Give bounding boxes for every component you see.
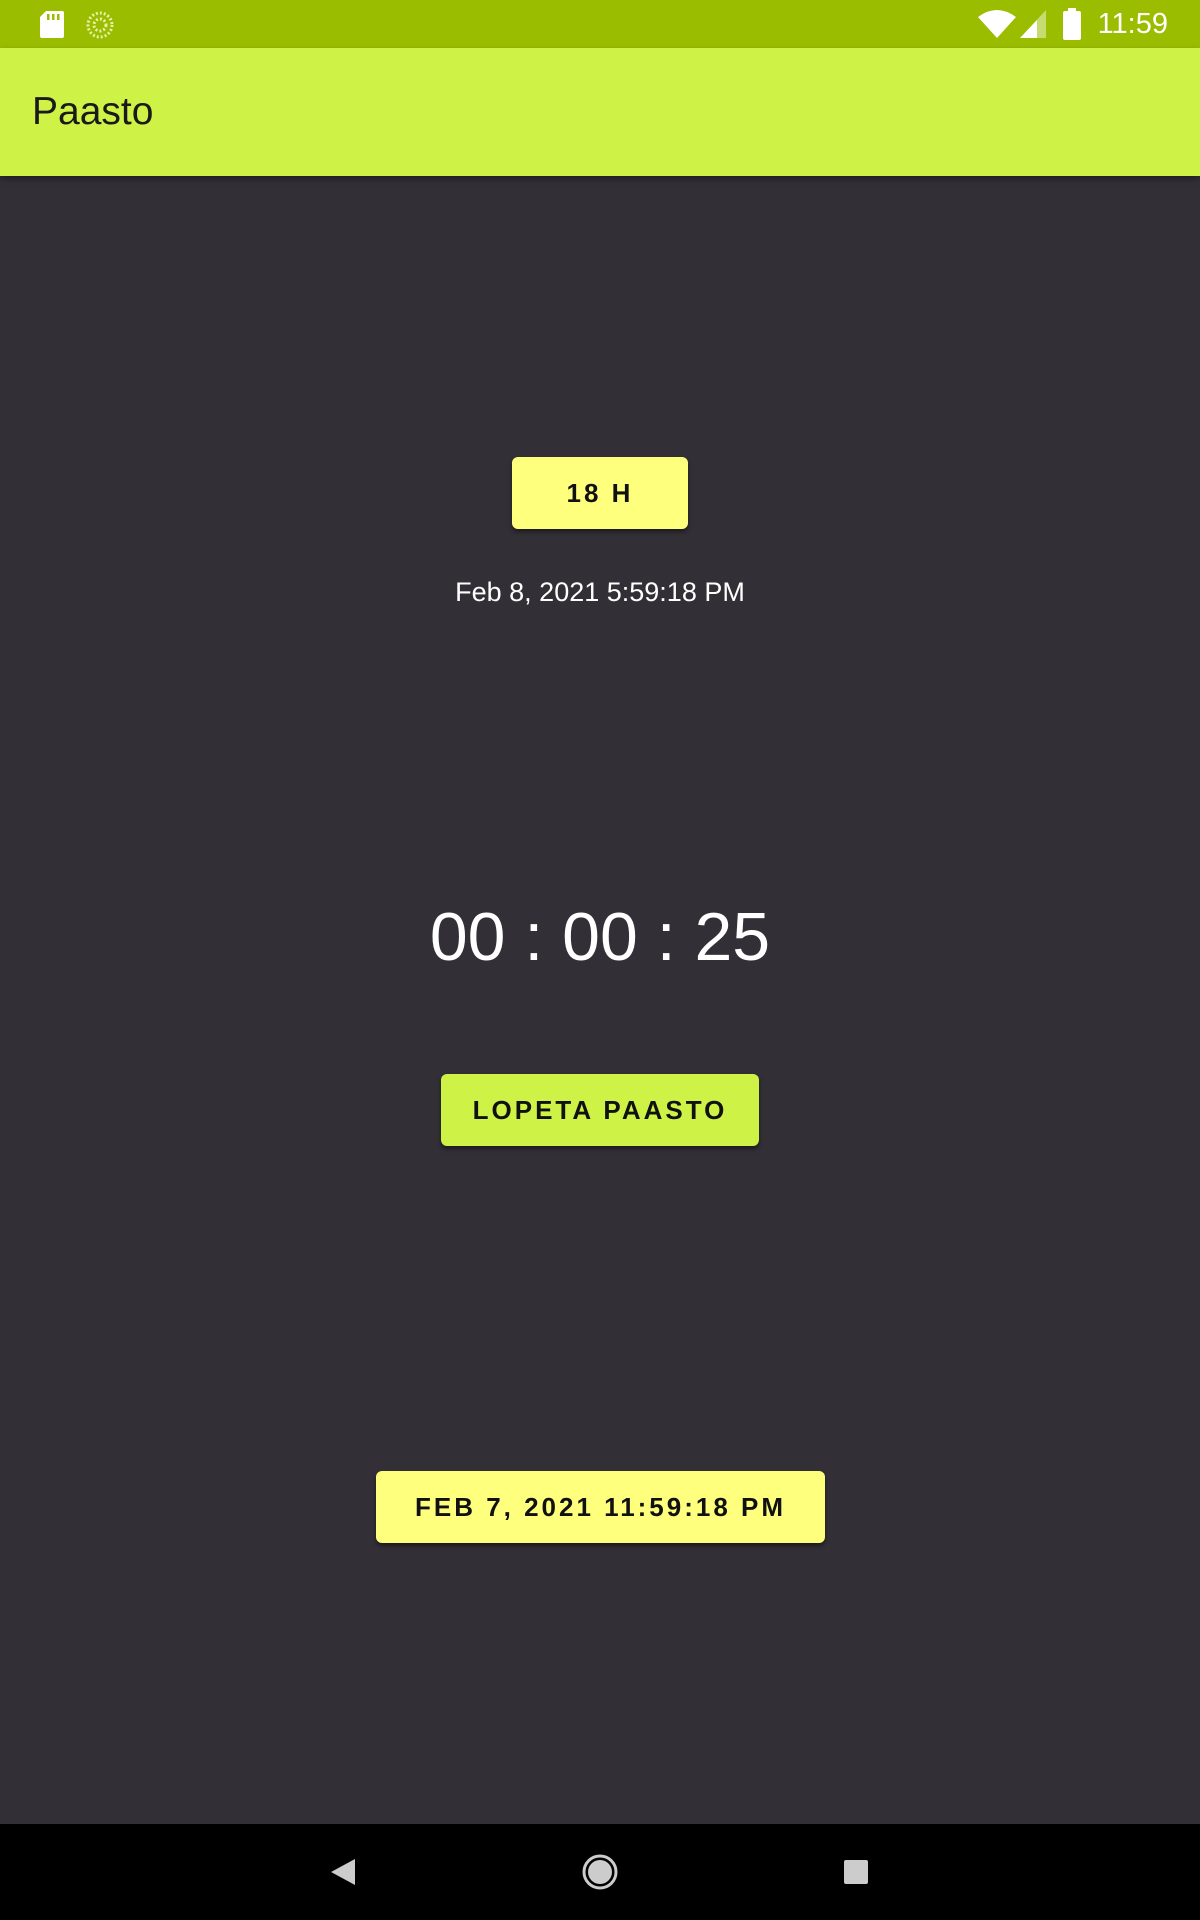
sd-card-icon: [40, 11, 64, 38]
home-icon[interactable]: [576, 1848, 624, 1896]
recents-icon[interactable]: [832, 1848, 880, 1896]
signal-icon: [1020, 10, 1046, 38]
status-bar: 11:59: [0, 0, 1200, 48]
stop-fast-button[interactable]: LOPETA PAASTO: [441, 1074, 759, 1146]
navigation-bar: [0, 1824, 1200, 1920]
status-clock: 11:59: [1097, 8, 1168, 40]
fast-end-time: Feb 8, 2021 5:59:18 PM: [455, 577, 745, 607]
elapsed-timer: 00 : 00 : 25: [429, 899, 771, 975]
start-time-button[interactable]: FEB 7, 2021 11:59:18 PM: [376, 1471, 825, 1543]
battery-icon: [1063, 8, 1081, 40]
sync-icon: [86, 11, 114, 39]
app-bar: Paasto: [0, 48, 1200, 176]
back-icon[interactable]: [320, 1848, 368, 1896]
wifi-icon: [978, 10, 1016, 38]
app-title: Paasto: [32, 90, 154, 133]
fast-duration-button[interactable]: 18 H: [512, 457, 688, 529]
